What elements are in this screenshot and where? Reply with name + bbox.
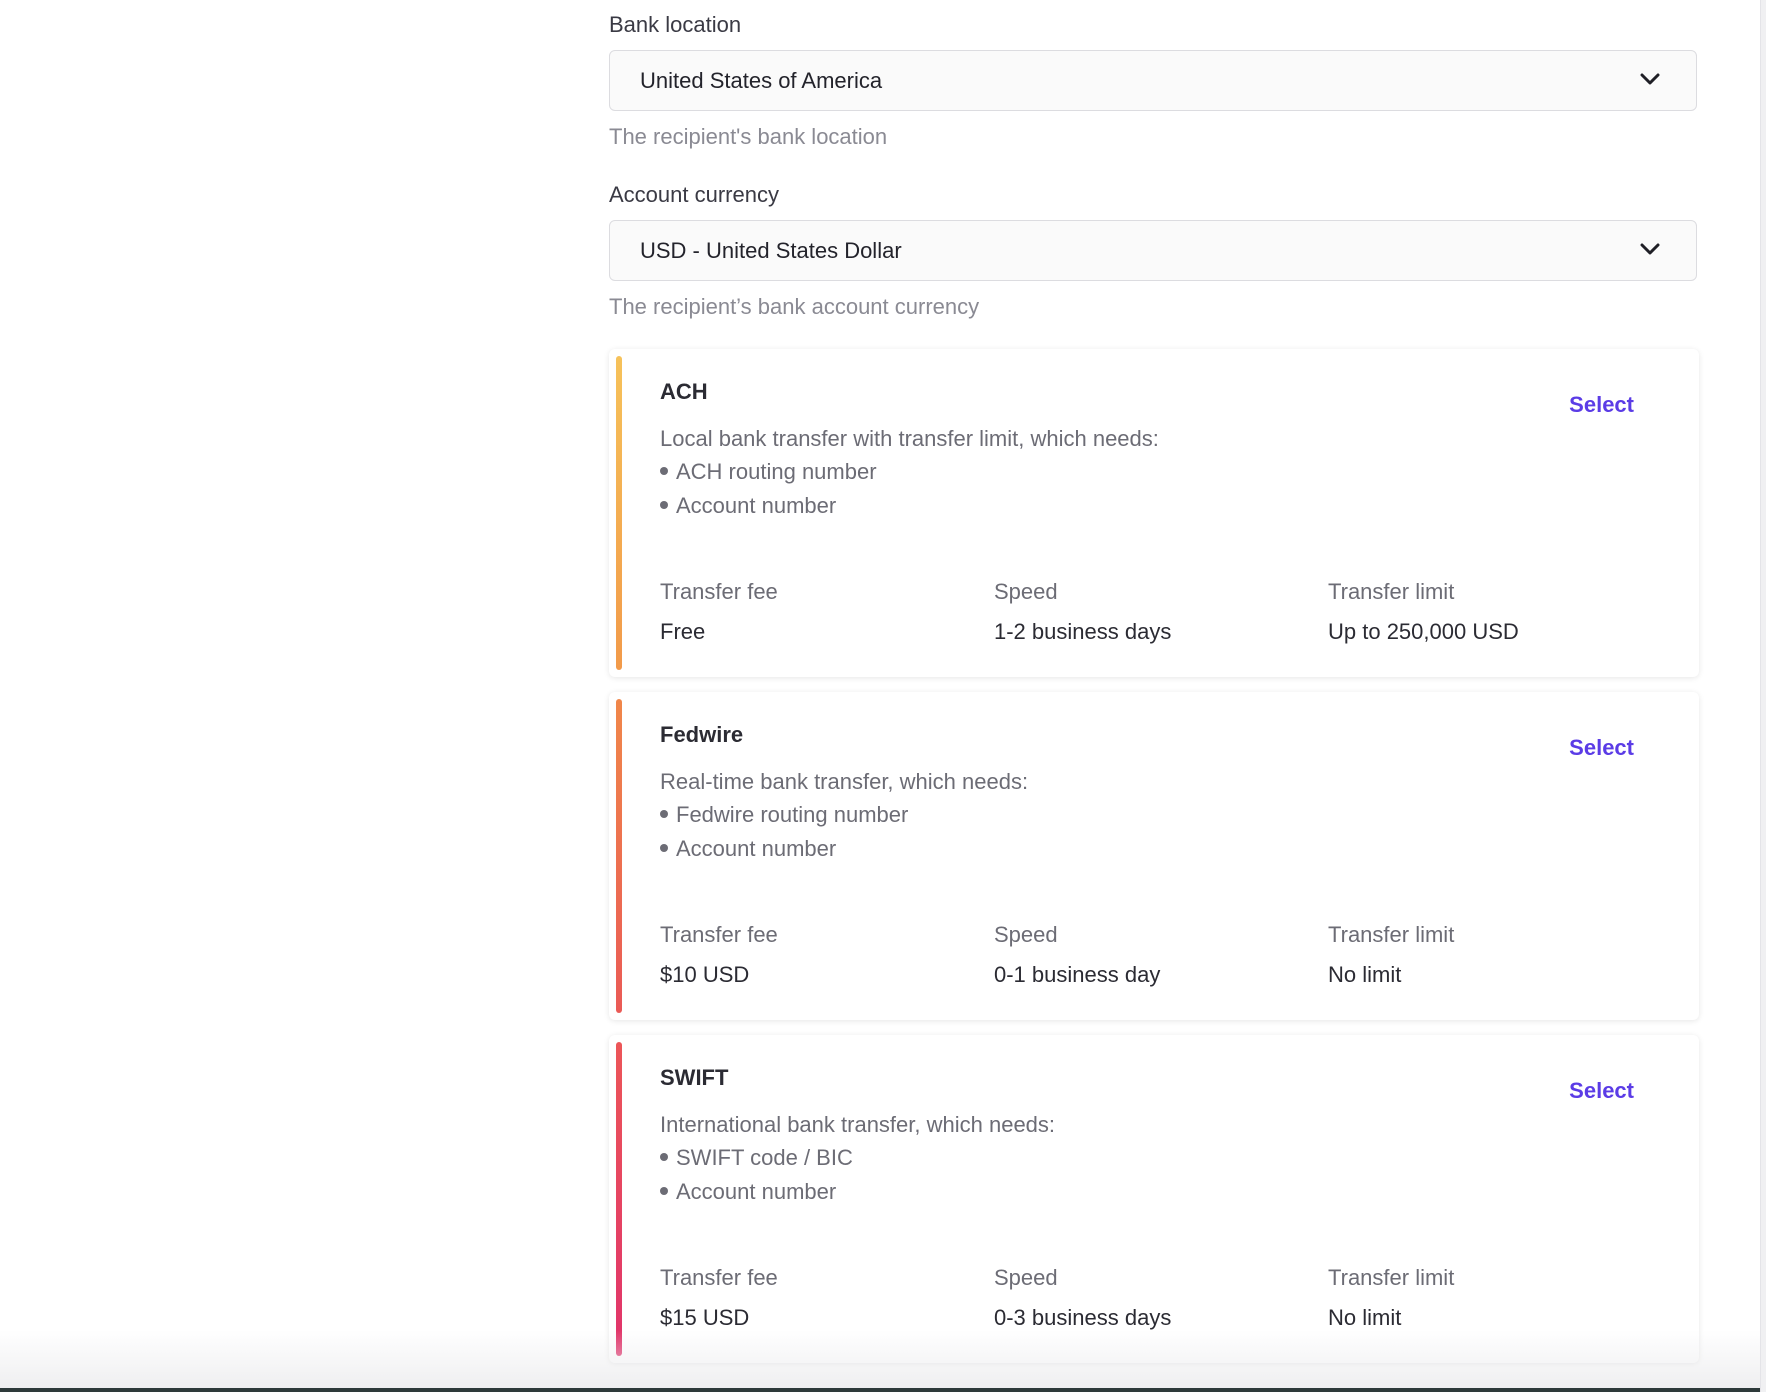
transfer-fee-label: Transfer fee [660,922,778,947]
bank-location-value: United States of America [640,68,883,93]
transfer-fee-label: Transfer fee [660,579,778,604]
speed-value: 1-2 business days [994,619,1172,644]
bullet-icon [660,501,668,510]
speed-label: Speed [994,1265,1058,1290]
chevron-down-icon [1640,73,1660,85]
account-currency-help: The recipient’s bank account currency [609,294,980,319]
transfer-fee-value: $15 USD [660,1305,750,1330]
bullet-icon [660,810,668,819]
requirement-text: Fedwire routing number [676,802,909,827]
transfer-fee-label: Transfer fee [660,1265,778,1290]
card-accent-bar [616,356,622,670]
requirement-text: Account number [676,836,837,861]
requirement-item: Account number [660,836,836,862]
transfer-fee-value: Free [660,619,706,644]
requirement-text: SWIFT code / BIC [676,1145,853,1170]
method-name: Fedwire [660,722,744,747]
transfer-limit-label: Transfer limit [1328,922,1455,947]
requirement-item: SWIFT code / BIC [660,1145,853,1171]
bullet-icon [660,1187,668,1196]
requirement-item: Fedwire routing number [660,802,908,828]
select-swift-button[interactable]: Select [1569,1078,1634,1104]
requirement-item: Account number [660,493,836,519]
speed-label: Speed [994,922,1058,947]
bullet-icon [660,1153,668,1162]
requirement-text: ACH routing number [676,459,877,484]
method-description: International bank transfer, which needs… [660,1112,1056,1137]
requirement-text: Account number [676,1179,837,1204]
transfer-limit-label: Transfer limit [1328,1265,1455,1290]
transfer-limit-label: Transfer limit [1328,579,1455,604]
account-currency-value: USD - United States Dollar [640,238,902,263]
transfer-limit-value: Up to 250,000 USD [1328,619,1519,644]
transfer-limit-value: No limit [1328,962,1402,987]
requirement-item: ACH routing number [660,459,877,485]
speed-label: Speed [994,579,1058,604]
transfer-limit-value: No limit [1328,1305,1402,1330]
method-description: Local bank transfer with transfer limit,… [660,426,1159,451]
card-accent-bar [616,1042,622,1356]
select-ach-button[interactable]: Select [1569,392,1634,418]
method-name: SWIFT [660,1065,729,1090]
speed-value: 0-1 business day [994,962,1161,987]
transfer-method-card-swift: SWIFT Select International bank transfer… [609,1035,1699,1363]
requirement-text: Account number [676,493,837,518]
bank-location-help: The recipient's bank location [609,124,888,149]
chevron-down-icon [1640,243,1660,255]
bullet-icon [660,467,668,476]
bullet-icon [660,844,668,853]
card-accent-bar [616,699,622,1013]
account-currency-select[interactable]: USD - United States Dollar [609,220,1697,281]
transfer-method-card-fedwire: Fedwire Select Real-time bank transfer, … [609,692,1699,1020]
transfer-method-card-ach: ACH Select Local bank transfer with tran… [609,349,1699,677]
scrollbar[interactable] [1760,0,1766,1392]
speed-value: 0-3 business days [994,1305,1172,1330]
method-description: Real-time bank transfer, which needs: [660,769,1029,794]
select-fedwire-button[interactable]: Select [1569,735,1634,761]
method-name: ACH [660,379,708,404]
bank-location-label: Bank location [609,12,742,37]
transfer-fee-value: $10 USD [660,962,750,987]
requirement-item: Account number [660,1179,836,1205]
bank-location-select[interactable]: United States of America [609,50,1697,111]
window-bottom-edge [0,1388,1760,1392]
account-currency-label: Account currency [609,182,779,207]
bottom-fade [0,1330,1760,1392]
page: Bank location United States of America T… [0,0,1766,1392]
